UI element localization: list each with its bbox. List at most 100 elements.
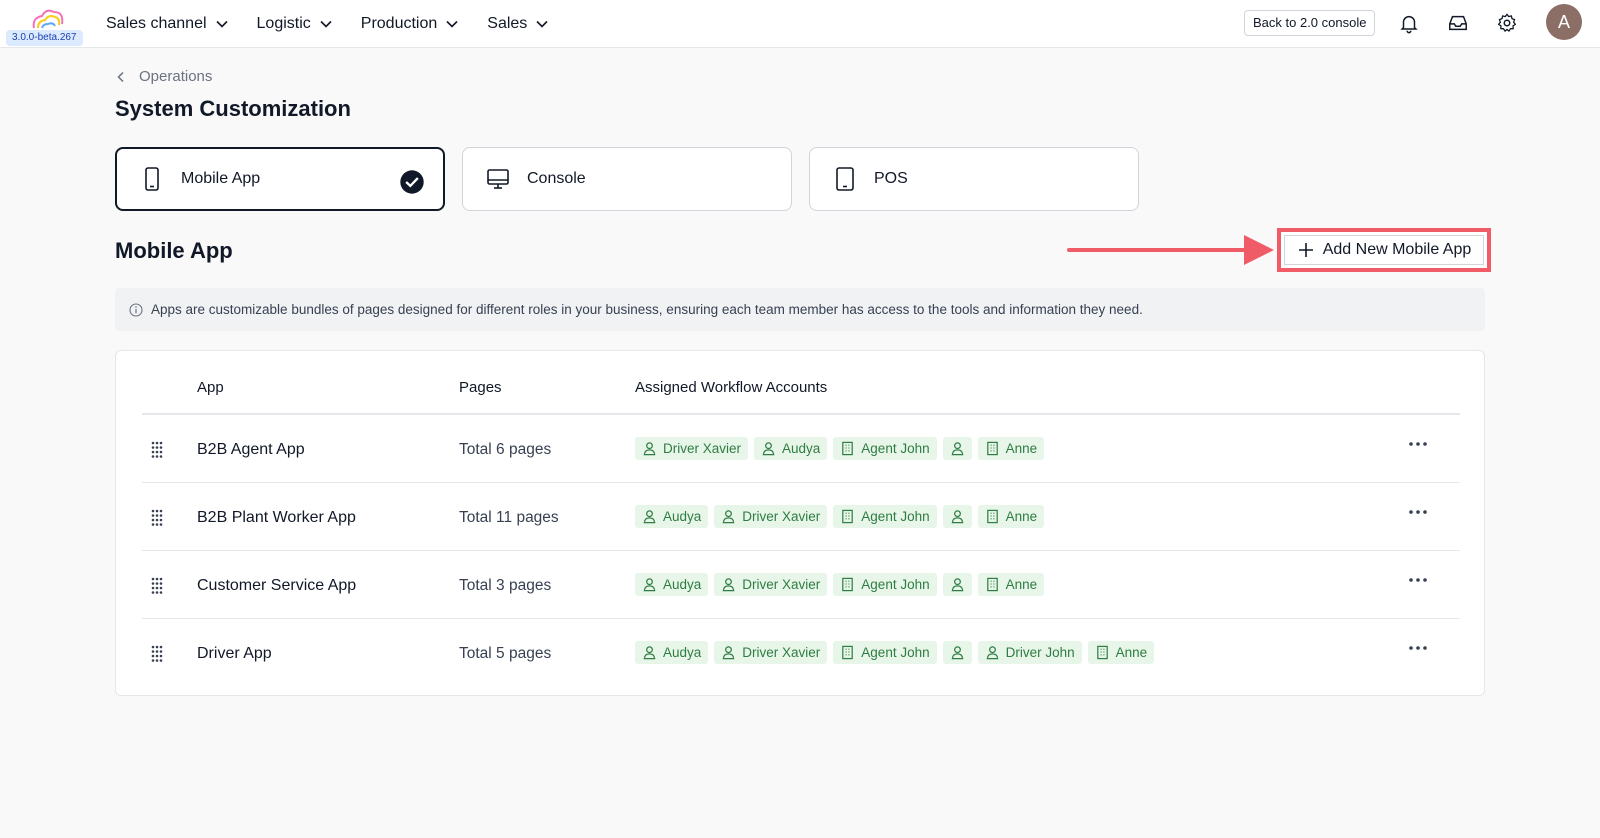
app-name[interactable]: B2B Agent App — [197, 441, 305, 459]
account-tag: Driver John — [977, 641, 1082, 664]
drag-handle-icon[interactable] — [150, 509, 164, 527]
table-row[interactable]: Driver App Total 5 pages Audya Driver Xavie… — [142, 619, 1460, 687]
top-bar: 3.0.0-beta.267 Sales channel Logistic Pr… — [0, 0, 1600, 48]
check-circle-icon — [400, 170, 424, 194]
version-badge: 3.0.0-beta.267 — [6, 30, 83, 46]
person-icon — [643, 510, 656, 524]
info-banner: Apps are customizable bundles of pages d… — [115, 288, 1485, 331]
app-name[interactable]: Driver App — [197, 645, 272, 663]
account-tag-label: Agent John — [861, 509, 930, 524]
assigned-accounts: Audya Driver Xavier Agent John Anne — [635, 573, 1045, 596]
building-icon — [842, 509, 854, 524]
gear-icon[interactable] — [1496, 12, 1518, 34]
type-card-label: POS — [874, 170, 908, 187]
account-tag: Audya — [754, 437, 828, 460]
bell-icon[interactable] — [1398, 12, 1420, 34]
account-tag: Driver Xavier — [714, 573, 828, 596]
nav-production[interactable]: Production — [361, 15, 460, 33]
account-tag: Anne — [977, 437, 1045, 460]
apps-table: App Pages Assigned Workflow Accounts B2B… — [115, 350, 1485, 696]
account-tag: Audya — [635, 573, 709, 596]
account-tag-label: Driver Xavier — [742, 645, 821, 660]
chevron-down-icon — [446, 20, 458, 28]
type-card-label: Console — [527, 170, 586, 187]
person-icon — [722, 646, 735, 660]
drag-handle-icon[interactable] — [150, 441, 164, 459]
account-tag-label: Audya — [663, 645, 702, 660]
account-tag: Audya — [635, 641, 709, 664]
assigned-accounts: Audya Driver Xavier Agent John Driver John A… — [635, 641, 1155, 664]
highlight-frame: Add New Mobile App — [1277, 228, 1491, 272]
table-row[interactable]: Customer Service App Total 3 pages Audya Dr… — [142, 551, 1460, 619]
type-card-mobile-app[interactable]: Mobile App — [115, 147, 445, 211]
account-tag-label: Agent John — [861, 577, 930, 592]
nav-label: Production — [360, 15, 438, 32]
assigned-accounts: Driver Xavier Audya Agent John Anne — [635, 437, 1045, 460]
account-tag — [942, 505, 972, 528]
avatar[interactable]: A — [1546, 4, 1582, 40]
account-tag: Agent John — [833, 505, 937, 528]
person-icon — [722, 578, 735, 592]
plus-icon — [1298, 243, 1313, 257]
column-header-accounts: Assigned Workflow Accounts — [635, 379, 828, 396]
person-icon — [951, 578, 963, 592]
nav-sales-channel[interactable]: Sales channel — [106, 15, 229, 33]
add-new-mobile-app-button[interactable]: Add New Mobile App — [1284, 235, 1484, 265]
account-tag: Anne — [977, 573, 1045, 596]
nav-sales[interactable]: Sales — [487, 15, 549, 33]
account-tag-label: Driver Xavier — [742, 509, 821, 524]
page-count: Total 3 pages — [459, 577, 552, 594]
drag-handle-icon[interactable] — [150, 577, 164, 595]
account-tag-label: Anne — [1005, 577, 1038, 592]
building-icon — [986, 509, 998, 524]
assigned-accounts: Audya Driver Xavier Agent John Anne — [635, 505, 1045, 528]
table-row[interactable]: B2B Agent App Total 6 pages Driver Xavier A… — [142, 415, 1460, 483]
account-tag: Anne — [1087, 641, 1155, 664]
mobile-phone-icon — [145, 167, 159, 191]
back-to-console-button[interactable]: Back to 2.0 console — [1244, 10, 1376, 36]
more-options-icon[interactable] — [1407, 505, 1429, 519]
account-tag-label: Agent John — [861, 441, 930, 456]
nav-label: Sales — [487, 15, 528, 32]
annotation-arrow-icon — [1067, 235, 1274, 265]
main-nav: Sales channel Logistic Production Sales — [106, 0, 549, 48]
chevron-left-icon — [117, 71, 124, 82]
chevron-down-icon — [215, 20, 228, 28]
person-icon — [951, 442, 963, 456]
person-icon — [762, 442, 775, 456]
account-tag-label: Anne — [1005, 509, 1038, 524]
app-name[interactable]: B2B Plant Worker App — [197, 509, 356, 527]
account-tag: Driver Xavier — [714, 505, 828, 528]
app-name[interactable]: Customer Service App — [197, 577, 356, 595]
building-icon — [842, 645, 854, 660]
column-header-pages: Pages — [459, 379, 502, 396]
person-icon — [643, 442, 656, 456]
account-tag: Anne — [977, 505, 1045, 528]
type-card-console[interactable]: Console — [462, 147, 792, 211]
page-title: System Customization — [115, 96, 351, 121]
person-icon — [643, 646, 656, 660]
building-icon — [986, 441, 998, 456]
monitor-icon — [487, 169, 509, 189]
chevron-down-icon — [536, 20, 548, 28]
more-options-icon[interactable] — [1407, 573, 1429, 587]
account-tag — [942, 573, 972, 596]
type-card-label: Mobile App — [181, 170, 261, 187]
account-tag: Driver Xavier — [635, 437, 749, 460]
account-tag: Audya — [635, 505, 709, 528]
account-tag-label: Driver Xavier — [663, 441, 742, 456]
breadcrumb-label: Operations — [139, 68, 213, 85]
chevron-down-icon — [320, 20, 332, 28]
table-row[interactable]: B2B Plant Worker App Total 11 pages Audya D… — [142, 483, 1460, 551]
building-icon — [986, 577, 998, 592]
drag-handle-icon[interactable] — [150, 645, 164, 663]
nav-logistic[interactable]: Logistic — [257, 15, 333, 33]
account-tag-label: Driver John — [1005, 645, 1075, 660]
type-card-pos[interactable]: POS — [809, 147, 1139, 211]
account-tag: Agent John — [833, 641, 937, 664]
more-options-icon[interactable] — [1407, 437, 1429, 451]
breadcrumb[interactable]: Operations — [115, 68, 212, 85]
inbox-icon[interactable] — [1447, 12, 1469, 34]
person-icon — [951, 646, 963, 660]
more-options-icon[interactable] — [1407, 641, 1429, 655]
